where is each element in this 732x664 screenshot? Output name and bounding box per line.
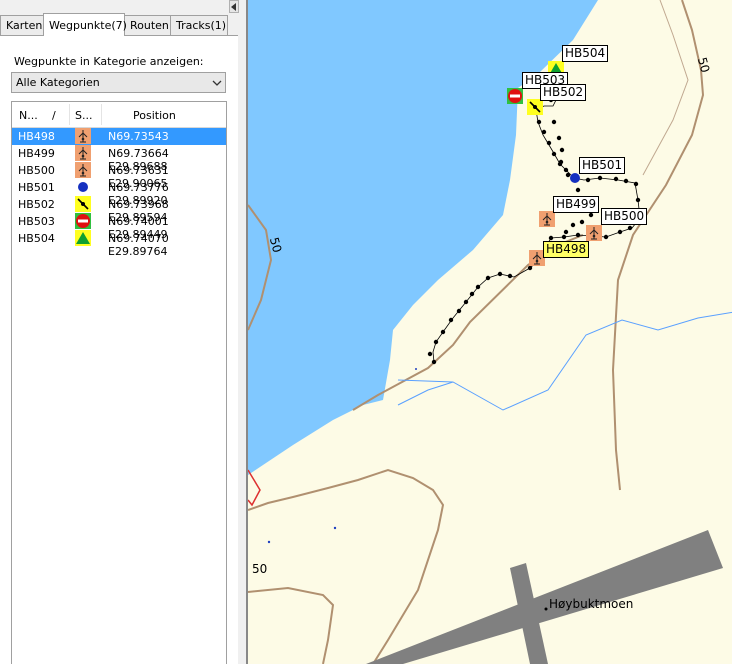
track-point (431, 359, 437, 365)
map-tower-icon[interactable] (586, 225, 602, 241)
waypoint-name: HB498 (18, 130, 55, 143)
tab-karten[interactable]: Karten (0, 15, 44, 35)
map-label-hb498[interactable]: HB498 (543, 241, 590, 258)
no-entry-red-icon (75, 213, 91, 229)
waypoint-name: HB500 (18, 164, 55, 177)
tab-wegpunkte[interactable]: Wegpunkte(7) (43, 13, 127, 36)
collapse-panel-button[interactable] (229, 0, 239, 13)
waypoint-row[interactable]: HB501 N69.73776 E29.89920 (12, 179, 226, 207)
tower-icon (75, 128, 91, 144)
category-selected-value: Alle Kategorien (16, 76, 100, 89)
track-point (541, 129, 547, 135)
track-point (497, 271, 503, 277)
place-point (544, 607, 548, 611)
tower-icon (75, 145, 91, 161)
waypoint-position: N69.74070 E29.89764 (108, 232, 169, 258)
map-label-hb499[interactable]: HB499 (553, 196, 600, 213)
track-point (563, 229, 569, 235)
track-point (635, 197, 641, 203)
track-point (527, 265, 533, 271)
column-header-name[interactable]: N... (19, 109, 38, 122)
map-no-entry-red-icon[interactable] (507, 88, 523, 104)
track-point (575, 187, 581, 193)
chevron-down-icon[interactable] (209, 73, 225, 92)
track-point (627, 225, 633, 231)
map-view[interactable]: HB504 HB503 HB502 HB501 HB499 HB500 HB49… (246, 0, 732, 664)
category-select[interactable]: Alle Kategorien (11, 72, 226, 93)
track-point (575, 232, 581, 238)
map-label-hb501[interactable]: HB501 (579, 157, 626, 174)
tab-tracks[interactable]: Tracks(1) (170, 15, 228, 35)
panel-splitter[interactable] (238, 0, 246, 664)
map-point (415, 368, 417, 370)
track-point (570, 222, 576, 228)
track-point (558, 159, 564, 165)
track-point (617, 229, 623, 235)
tab-routen[interactable]: Routen (124, 15, 171, 35)
waypoint-row[interactable]: HB500 N69.73631 E29.90065 (12, 162, 226, 190)
place-label: Høybuktmoen (549, 597, 634, 611)
track-point (448, 317, 454, 323)
track-point (485, 275, 491, 281)
track-point (597, 175, 603, 181)
map-label-hb504[interactable]: HB504 (562, 45, 609, 62)
track-point (507, 273, 513, 279)
track-point (546, 140, 552, 146)
track-point (536, 119, 542, 125)
map-no-entry-yellow-icon[interactable] (527, 99, 543, 115)
map-canvas (248, 0, 732, 664)
waypoint-row[interactable]: HB504 N69.74070 E29.89764 (12, 230, 226, 258)
track-point (633, 181, 639, 187)
waypoint-name: HB499 (18, 147, 55, 160)
no-entry-yellow-icon (75, 196, 91, 212)
track-point (440, 329, 446, 335)
category-label: Wegpunkte in Kategorie anzeigen: (14, 55, 204, 68)
list-header: N... / S... Position (12, 102, 226, 128)
waypoint-row[interactable]: HB498 N69.73543 E29.89614 (12, 128, 226, 156)
map-label-hb502[interactable]: HB502 (540, 84, 587, 101)
map-point (267, 540, 271, 544)
sort-indicator: / (52, 109, 56, 122)
column-divider[interactable] (69, 104, 70, 125)
waypoint-row[interactable]: HB503 N69.74001 E29.89449 (12, 213, 226, 241)
track-point (579, 219, 585, 225)
track-point (469, 291, 475, 297)
track-point (548, 235, 554, 241)
left-panel: Karten Wegpunkte(7) Routen Tracks(1) Weg… (0, 0, 238, 664)
chevron-left-icon (231, 2, 236, 11)
track-point (588, 212, 594, 218)
track-point (551, 119, 557, 125)
map-label-hb500[interactable]: HB500 (601, 208, 648, 225)
track-point (585, 177, 591, 183)
column-header-position[interactable]: Position (133, 109, 176, 122)
waypoint-list[interactable]: N... / S... Position HB498 N69.73543 E29… (11, 101, 227, 664)
tower-icon (75, 162, 91, 178)
column-header-symbol[interactable]: S... (75, 109, 92, 122)
waypoint-name: HB503 (18, 215, 55, 228)
map-tower-icon[interactable] (539, 211, 555, 227)
column-divider[interactable] (101, 104, 102, 125)
map-point (333, 526, 337, 530)
track-point (561, 234, 567, 240)
track-point (463, 299, 469, 305)
summit-icon (75, 230, 91, 246)
track-point (623, 178, 629, 184)
track-point (427, 351, 433, 357)
track-point (613, 176, 619, 182)
contour-label: 50 (252, 562, 268, 576)
waypoint-name: HB501 (18, 181, 55, 194)
track-point (456, 308, 462, 314)
track-point (559, 147, 565, 153)
track-point (551, 151, 557, 157)
tab-bar: Karten Wegpunkte(7) Routen Tracks(1) (0, 13, 238, 36)
track-point (603, 234, 609, 240)
waypoint-name: HB502 (18, 198, 55, 211)
waypoint-row[interactable]: HB502 N69.73968 E29.89594 (12, 196, 226, 224)
waypoint-row[interactable]: HB499 N69.73664 E29.89688 (12, 145, 226, 173)
track-point (433, 339, 439, 345)
waypoint-name: HB504 (18, 232, 55, 245)
track-point (556, 135, 562, 141)
dot-icon (75, 179, 91, 195)
track-point (475, 284, 481, 290)
